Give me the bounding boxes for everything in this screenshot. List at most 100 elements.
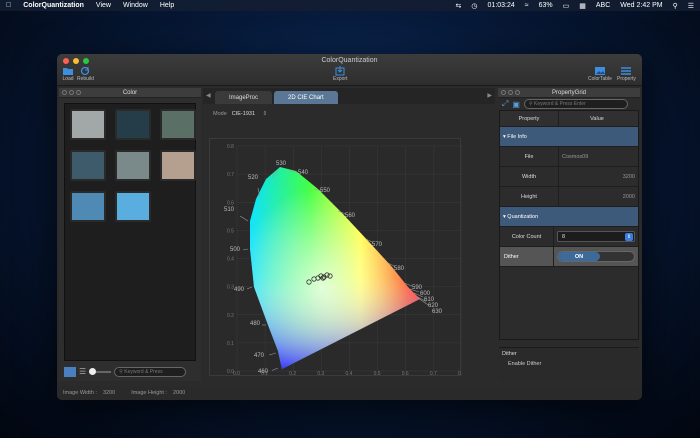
property-row-file[interactable]: File Cosmos09 [500, 147, 638, 167]
search-placeholder: Keyword & Press [124, 368, 163, 375]
battery-percent[interactable]: 63% [539, 2, 553, 9]
expand-icon[interactable]: ⤢ [502, 99, 508, 109]
y-tick-label: 0.4 [227, 257, 234, 263]
wavelength-label: 540 [298, 170, 309, 176]
x-tick-label: 0.0 [233, 371, 240, 377]
color-swatch[interactable] [115, 109, 151, 140]
menubar:  ColorQuantization View Window Help ⇆ ◷… [0, 0, 700, 11]
swatch-grid [64, 103, 196, 361]
list-icon[interactable]: ☰ [688, 2, 694, 10]
y-axis-ticks: 0.00.10.20.30.40.50.60.70.8 [227, 144, 234, 375]
collapse-icon[interactable]: ▣ [512, 100, 520, 109]
category-quantization[interactable]: ▾ Quantization [500, 207, 638, 227]
colortable-button[interactable]: ColorTable [588, 66, 612, 82]
property-button[interactable]: Property [617, 66, 636, 82]
apple-icon[interactable]:  [6, 2, 11, 9]
x-tick-label: 0.2 [289, 371, 296, 377]
clock-icon: ◷ [471, 2, 478, 10]
property-row-dither[interactable]: Dither ON [500, 247, 638, 267]
y-tick-label: 0.7 [227, 172, 234, 178]
color-swatch[interactable] [70, 191, 106, 222]
rebuild-button[interactable]: Rebuild [77, 66, 94, 82]
color-panel: Color ☰ ⚲ Keyword & Press [59, 88, 201, 381]
tab-bar: ◀ ImageProc 2D CIE Chart ▶ [203, 88, 495, 104]
x-tick-label: 0.7 [430, 371, 437, 377]
refresh-icon [81, 66, 90, 76]
wavelength-label: 580 [394, 266, 405, 272]
property-description: Dither Enable Dither [499, 347, 639, 381]
dither-toggle[interactable]: ON [557, 251, 635, 262]
input-source[interactable]: ABC [596, 2, 610, 9]
tab-cie-chart[interactable]: 2D CIE Chart [274, 91, 338, 104]
property-name: Width [521, 173, 537, 180]
list-view-icon[interactable]: ☰ [79, 367, 86, 376]
property-search-input[interactable]: ⚲ Keyword & Press Enter [523, 99, 628, 109]
panel-controls[interactable] [501, 90, 520, 95]
export-button[interactable]: Export [333, 66, 347, 82]
description-title: Dither [502, 351, 517, 357]
slider-knob[interactable] [89, 367, 97, 375]
search-icon[interactable]: ⚲ [673, 2, 678, 10]
color-count-select[interactable]: 8 ⇕ [557, 231, 635, 242]
category-label: File Info [507, 133, 527, 140]
property-row-color-count[interactable]: Color Count 8 ⇕ [500, 227, 638, 247]
color-search-input[interactable]: ⚲ Keyword & Press [114, 366, 187, 377]
wavelength-label: 630 [432, 309, 443, 315]
wavelength-label: 510 [224, 207, 235, 213]
titlebar: ColorQuantization Load Rebuild Export Co… [57, 54, 642, 86]
property-row-width[interactable]: Width 3200 [500, 167, 638, 187]
property-value-cell: 8 ⇕ [553, 227, 638, 246]
x-tick-label: 0.3 [317, 371, 324, 377]
property-name: Height [521, 193, 537, 200]
x-tick-label: 0.5 [374, 371, 381, 377]
y-tick-label: 0.1 [227, 341, 234, 347]
wavelength-label: 500 [230, 247, 241, 253]
menu-view[interactable]: View [96, 2, 111, 9]
input-flag-icon: ▦ [579, 2, 586, 10]
wifi-icon[interactable]: ≈ [525, 2, 529, 9]
wavelength-label: 560 [345, 213, 356, 219]
property-value[interactable]: Cosmos09 [558, 147, 638, 166]
size-slider[interactable] [89, 367, 112, 375]
export-icon [335, 66, 345, 76]
cie-chart[interactable]: 0.00.10.20.30.40.50.60.70.8 0.00.10.20.3… [209, 138, 465, 377]
mode-row: Mode CIE-1931 ⇕ [203, 107, 495, 121]
wavelength-tick [271, 367, 279, 371]
load-button[interactable]: Load [62, 66, 74, 82]
property-value[interactable]: 2000 [558, 187, 638, 206]
export-label: Export [333, 76, 348, 82]
col-value: Value [558, 111, 638, 126]
mode-label: Mode [213, 111, 227, 117]
wavelength-tick [239, 215, 249, 222]
wavelength-tick [268, 352, 277, 356]
menu-help[interactable]: Help [160, 2, 174, 9]
chevron-updown-icon: ⇕ [625, 233, 633, 241]
tab-scroll-right-icon[interactable]: ▶ [487, 92, 492, 99]
menu-window[interactable]: Window [123, 2, 148, 9]
y-tick-label: 0.6 [227, 200, 234, 206]
color-swatch[interactable] [115, 150, 151, 181]
tab-scroll-left-icon[interactable]: ◀ [206, 92, 211, 99]
timer-readout[interactable]: 01:03:24 [488, 2, 515, 9]
category-file-info[interactable]: ▾ File Info [500, 127, 638, 147]
y-tick-label: 0.0 [227, 369, 234, 375]
sync-icon[interactable]: ⇆ [456, 2, 462, 10]
tab-imageproc[interactable]: ImageProc [215, 91, 273, 104]
color-swatch[interactable] [70, 109, 106, 140]
property-grid-panel: PropertyGrid ⤢ ▣ ⚲ Keyword & Press Enter… [498, 88, 640, 381]
color-swatch[interactable] [160, 150, 196, 181]
panel-controls[interactable] [62, 90, 81, 95]
grid-view-icon[interactable] [64, 366, 76, 377]
mode-select[interactable]: CIE-1931 ⇕ [232, 111, 267, 117]
color-swatch[interactable] [160, 109, 196, 140]
menu-app-name[interactable]: ColorQuantization [23, 2, 84, 9]
color-swatch[interactable] [70, 150, 106, 181]
color-swatch[interactable] [115, 191, 151, 222]
property-row-height[interactable]: Height 2000 [500, 187, 638, 207]
datetime[interactable]: Wed 2:42 PM [620, 2, 662, 9]
property-value[interactable]: 3200 [558, 167, 638, 186]
rebuild-label: Rebuild [77, 76, 94, 82]
folder-icon [63, 68, 73, 75]
color-panel-title: Color [122, 89, 138, 96]
list-icon [621, 67, 632, 75]
